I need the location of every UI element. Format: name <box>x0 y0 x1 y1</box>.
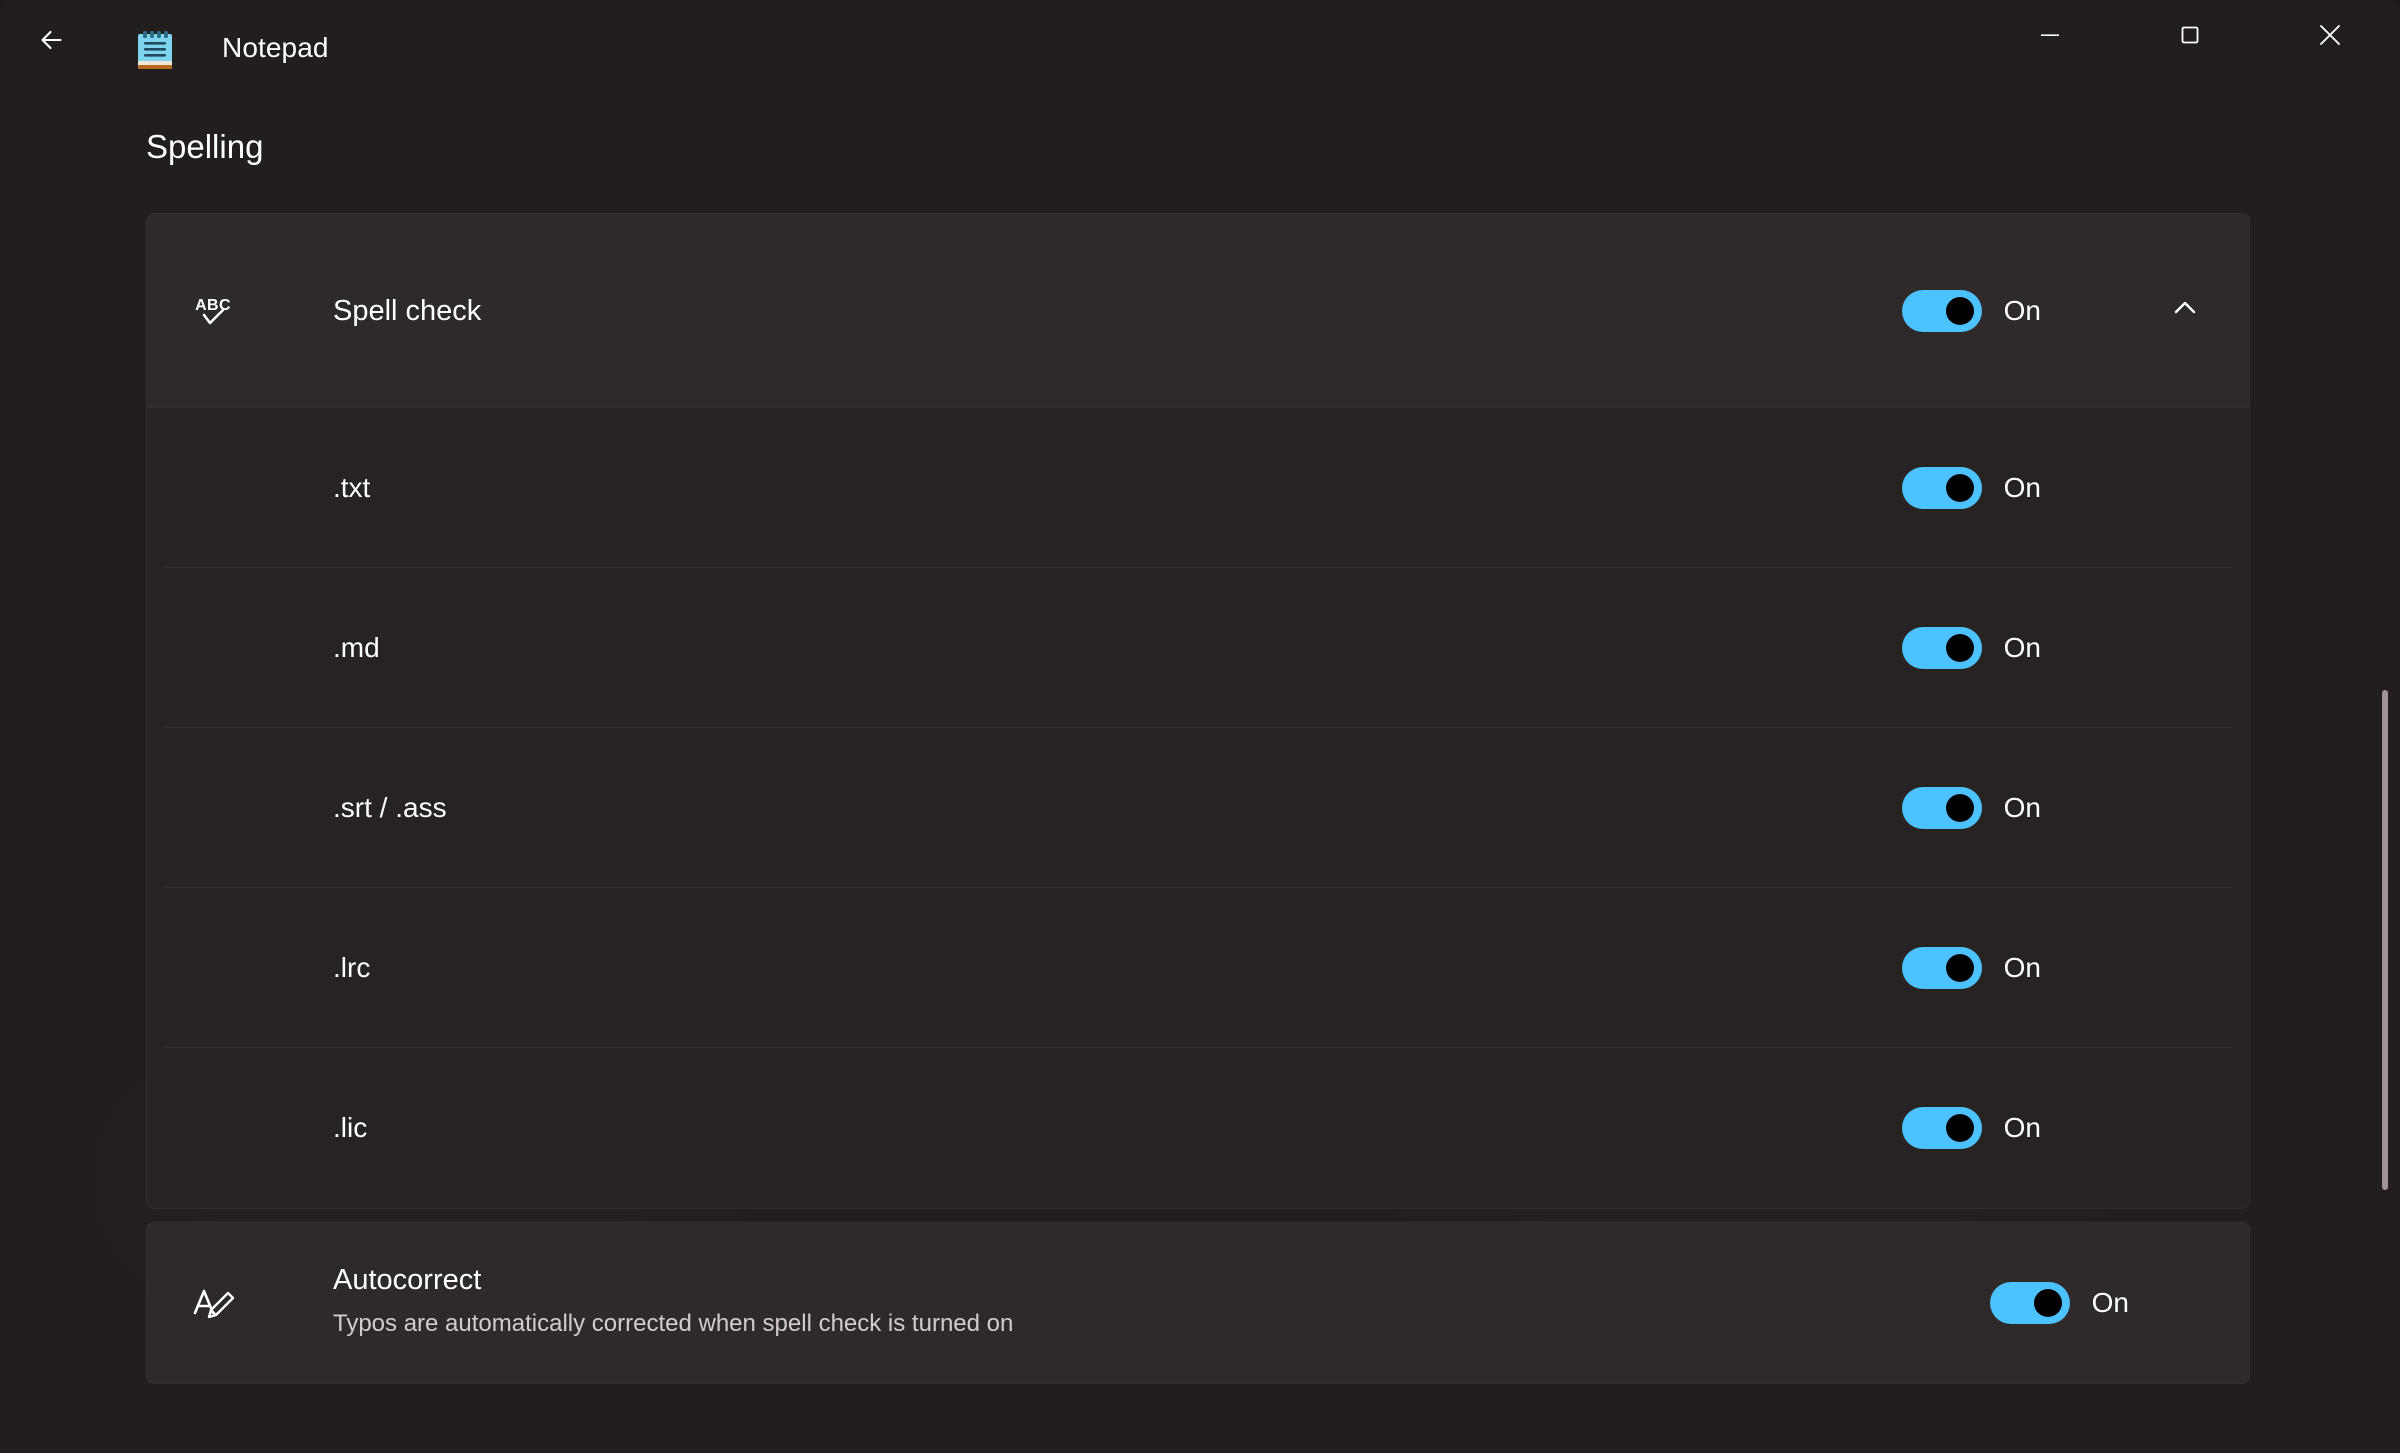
toggle-knob <box>1945 1114 1974 1142</box>
spell-check-card: ABC Spell check On .txt On .md On .srt /… <box>146 213 2250 1209</box>
spell-check-toggle[interactable]: On <box>1901 289 2041 332</box>
maximize-button[interactable] <box>2120 0 2260 74</box>
toggle-knob <box>1945 634 1974 662</box>
back-button[interactable] <box>18 12 90 68</box>
file-type-row[interactable]: .srt / .ass On <box>147 728 2249 888</box>
file-type-row[interactable]: .lic On <box>147 1048 2249 1208</box>
toggle-knob <box>1945 474 1974 502</box>
toggle-track <box>1901 289 1982 332</box>
autocorrect-toggle-state: On <box>2091 1287 2129 1318</box>
page-title: Spelling <box>146 128 264 165</box>
toggle-track <box>1901 1107 1982 1149</box>
spell-check-label: Spell check <box>333 294 482 327</box>
autocorrect-pen-icon <box>189 1279 237 1327</box>
settings-content: ABC Spell check On .txt On .md On .srt /… <box>0 200 2400 1453</box>
spell-check-file-types-list: .txt On .md On .srt / .ass On .lrc On .l… <box>146 408 2250 1209</box>
abc-spellcheck-icon: ABC <box>189 287 237 335</box>
file-type-toggle-state: On <box>2003 1112 2041 1143</box>
file-type-toggle-state: On <box>2003 792 2041 823</box>
spell-check-toggle-state: On <box>2003 294 2041 326</box>
close-button[interactable] <box>2260 0 2400 74</box>
minimize-icon <box>2035 20 2065 55</box>
file-type-row[interactable]: .txt On <box>147 408 2249 568</box>
file-type-label: .txt <box>333 472 371 503</box>
autocorrect-toggle[interactable]: On <box>1989 1282 2129 1324</box>
notepad-icon <box>135 29 175 71</box>
toggle-knob <box>1945 954 1974 982</box>
toggle-track <box>1901 627 1982 669</box>
toggle-knob <box>2033 1289 2062 1317</box>
file-type-toggle-state: On <box>2003 632 2041 663</box>
minimize-button[interactable] <box>1980 0 2120 74</box>
autocorrect-description: Typos are automatically corrected when s… <box>333 1310 1014 1337</box>
chevron-up-icon <box>2169 292 2201 329</box>
spell-check-expander-button[interactable] <box>2149 275 2221 347</box>
file-type-label: .lic <box>333 1112 368 1143</box>
toggle-track <box>1901 947 1982 989</box>
file-type-toggle[interactable]: On <box>1901 627 2041 669</box>
file-type-toggle[interactable]: On <box>1901 787 2041 829</box>
toggle-track <box>1901 467 1982 509</box>
file-type-row[interactable]: .md On <box>147 568 2249 728</box>
file-type-label: .lrc <box>333 952 371 983</box>
close-icon <box>2313 18 2347 57</box>
spell-check-header-row[interactable]: ABC Spell check On <box>146 213 2250 408</box>
scrollbar-thumb[interactable] <box>2382 690 2388 1190</box>
file-type-label: .srt / .ass <box>333 792 447 823</box>
file-type-toggle[interactable]: On <box>1901 467 2041 509</box>
file-type-toggle[interactable]: On <box>1901 1107 2041 1149</box>
back-arrow-icon <box>34 20 74 60</box>
autocorrect-title: Autocorrect <box>333 1264 482 1296</box>
scrollbar[interactable] <box>2378 200 2392 1453</box>
file-type-toggle[interactable]: On <box>1901 947 2041 989</box>
notepad-settings-window: Notepad Spelling ABC Spell check On .txt… <box>0 0 2400 1453</box>
file-type-toggle-state: On <box>2003 472 2041 503</box>
toggle-track <box>1901 787 1982 829</box>
svg-text:ABC: ABC <box>195 297 231 314</box>
title-bar: Notepad <box>0 0 2400 80</box>
app-title: Notepad <box>222 32 329 63</box>
toggle-knob <box>1945 794 1974 822</box>
file-type-toggle-state: On <box>2003 952 2041 983</box>
file-type-label: .md <box>333 632 380 663</box>
file-type-row[interactable]: .lrc On <box>147 888 2249 1048</box>
toggle-track <box>1989 1282 2070 1324</box>
toggle-knob <box>1945 296 1974 325</box>
autocorrect-card[interactable]: Autocorrect Typos are automatically corr… <box>146 1222 2250 1384</box>
maximize-icon <box>2175 20 2205 55</box>
